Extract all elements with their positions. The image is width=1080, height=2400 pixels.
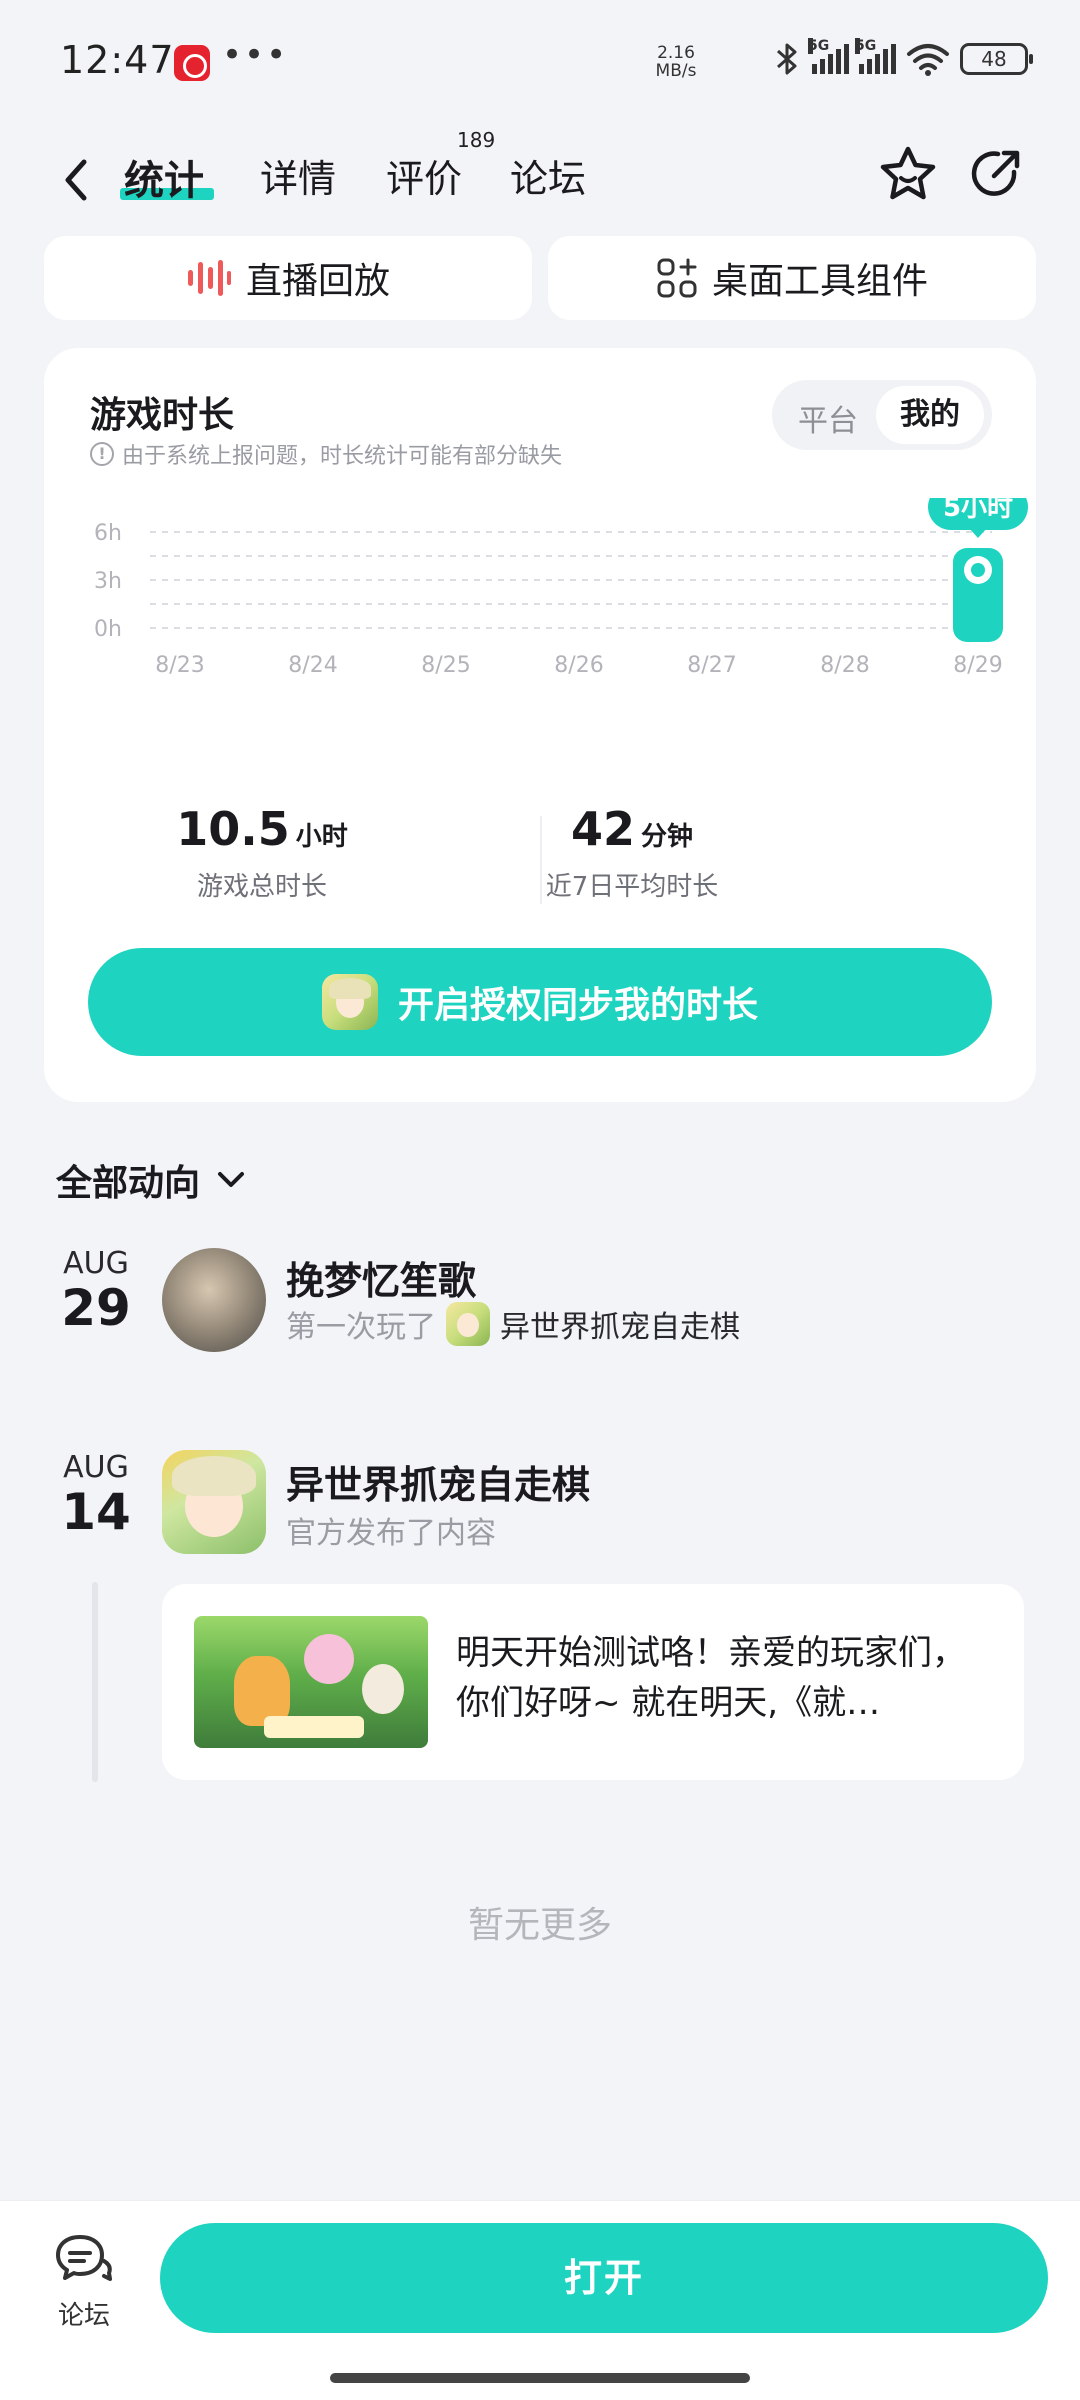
playtime-title: 游戏时长 [90,395,235,436]
chart-x-tick: 8/26 [554,653,603,678]
total-playtime-value: 10.5 [176,802,290,856]
playtime-card: 游戏时长 ! 由于系统上报问题，时长统计可能有部分缺失 平台 我的 0h 3h 6h… [44,348,1036,1102]
feed-activity-text: 官方发布了内容 [286,1516,496,1551]
net-speed: 2.16 MB/s [650,44,702,80]
forum-label: 论坛 [57,2301,110,2331]
review-count-badge: 189 [457,128,496,152]
chart-x-tick: 8/23 [155,653,204,678]
average-playtime-value: 42 [570,802,635,856]
sync-playtime-label: 开启授权同步我的时长 [397,985,758,1026]
chart-x-tick: 8/25 [421,653,470,678]
average-playtime: 42 分钟 近7日平均时长 [384,802,880,903]
feed-month: AUG [63,1450,129,1485]
sync-playtime-button[interactable]: 开启授权同步我的时长 [88,948,992,1056]
average-playtime-label: 近7日平均时长 [545,872,719,902]
tab-details[interactable]: 详情 [260,148,336,203]
favorite-star-icon[interactable] [876,142,940,206]
post-excerpt: 明天开始测试咯！亲爱的玩家们，你们好呀~ 就在明天,《就… [456,1633,966,1723]
post-card[interactable]: 明天开始测试咯！亲爱的玩家们，你们好呀~ 就在明天,《就… [162,1584,1024,1780]
status-more-icon: ••• [222,35,289,75]
feed-activity: 第一次玩了 异世界抓宠自走棋 [286,1302,740,1346]
status-time: 12:47 [60,38,175,82]
chart-x-tick: 8/28 [820,653,869,678]
feed-game-link[interactable]: 异世界抓宠自走棋 [500,1302,740,1346]
chart-y-tick: 6h [94,521,122,546]
tab-forum[interactable]: 论坛 [510,148,586,203]
toggle-platform[interactable]: 平台 [798,396,858,440]
status-bar: 12:47 ••• 2.16 MB/s 5G 5G 48 [0,0,1080,128]
chart-y-tick: 3h [94,569,122,594]
feed-game-name[interactable]: 异世界抓宠自走棋 [286,1454,590,1509]
feed-day: 14 [61,1483,131,1541]
no-more-text: 暂无更多 [467,1905,612,1946]
wifi-icon [907,44,949,76]
chart-x-tick: 8/24 [288,653,337,678]
game-mini-icon [446,1302,490,1346]
forum-chat-icon [56,2235,112,2281]
info-icon: ! [90,442,114,466]
feed-user-name[interactable]: 挽梦忆笙歌 [286,1250,476,1305]
desktop-widget-button[interactable]: 桌面工具组件 [548,236,1036,320]
share-icon[interactable] [964,142,1028,206]
post-thumbnail [194,1616,428,1748]
chart-y-tick: 0h [94,617,122,642]
status-icons: 5G 5G 48 [772,38,1033,76]
chevron-down-icon [218,1172,245,1187]
feed-date-2: AUG 14 [56,1450,136,1539]
open-game-button[interactable]: 打开 [160,2223,1048,2333]
widget-grid-icon [657,258,697,298]
timeline-line [92,1582,98,1782]
netease-music-icon [174,45,210,81]
chart-x-tick: 8/29 [953,653,1002,678]
bluetooth-icon [777,43,797,75]
home-indicator [330,2373,750,2383]
back-icon[interactable] [56,150,96,210]
activity-filter-label: 全部动向 [56,1163,201,1204]
playtime-note-text: 由于系统上报问题，时长统计可能有部分缺失 [122,444,563,469]
signal-1-label: 5G [808,38,830,54]
average-playtime-unit: 分钟 [641,822,694,852]
total-playtime-unit: 小时 [295,822,348,852]
feed-date-1: AUG 29 [56,1246,136,1335]
forum-button[interactable]: 论坛 [40,2231,128,2332]
signal-2-label: 5G [855,38,877,54]
net-speed-unit: MB/s [655,61,697,81]
app-page: 12:47 ••• 2.16 MB/s 5G 5G 48 统计 详情 评价 18… [0,0,1080,2400]
top-nav: 统计 详情 评价 189 论坛 [0,128,1080,236]
chart-bar-marker-dot [971,563,985,577]
user-avatar[interactable] [162,1248,266,1352]
source-toggle[interactable]: 平台 我的 [772,380,992,450]
live-replay-label: 直播回放 [245,261,390,302]
playtime-note: ! 由于系统上报问题，时长统计可能有部分缺失 [90,438,562,470]
feed-month: AUG [63,1246,129,1281]
net-speed-value: 2.16 [657,43,695,63]
bottom-bar: 论坛 打开 [0,2200,1080,2400]
battery-icon: 48 [960,43,1033,75]
game-avatar[interactable] [162,1450,266,1554]
feed-activity-text: 第一次玩了 [286,1310,436,1345]
activity-filter[interactable]: 全部动向 [56,1154,248,1206]
live-replay-button[interactable]: 直播回放 [44,236,532,320]
toggle-mine[interactable]: 我的 [876,386,984,444]
signal-2-icon: 5G [855,38,896,74]
chart-x-tick: 8/27 [687,653,736,678]
chart-tooltip-text: 5小时 [943,498,1013,523]
tab-stats[interactable]: 统计 [124,148,204,206]
tab-reviews[interactable]: 评价 [386,148,462,203]
feed-day: 29 [61,1279,131,1337]
live-bars-icon [187,260,231,296]
playtime-chart: 0h 3h 6h 8/23 8/24 8/25 8/26 8/27 8/28 8/29 5小时 [94,498,1028,678]
feed-activity: 官方发布了内容 [286,1508,496,1552]
desktop-widget-label: 桌面工具组件 [711,261,928,302]
signal-1-icon: 5G [808,38,849,74]
game-app-icon [321,974,378,1030]
